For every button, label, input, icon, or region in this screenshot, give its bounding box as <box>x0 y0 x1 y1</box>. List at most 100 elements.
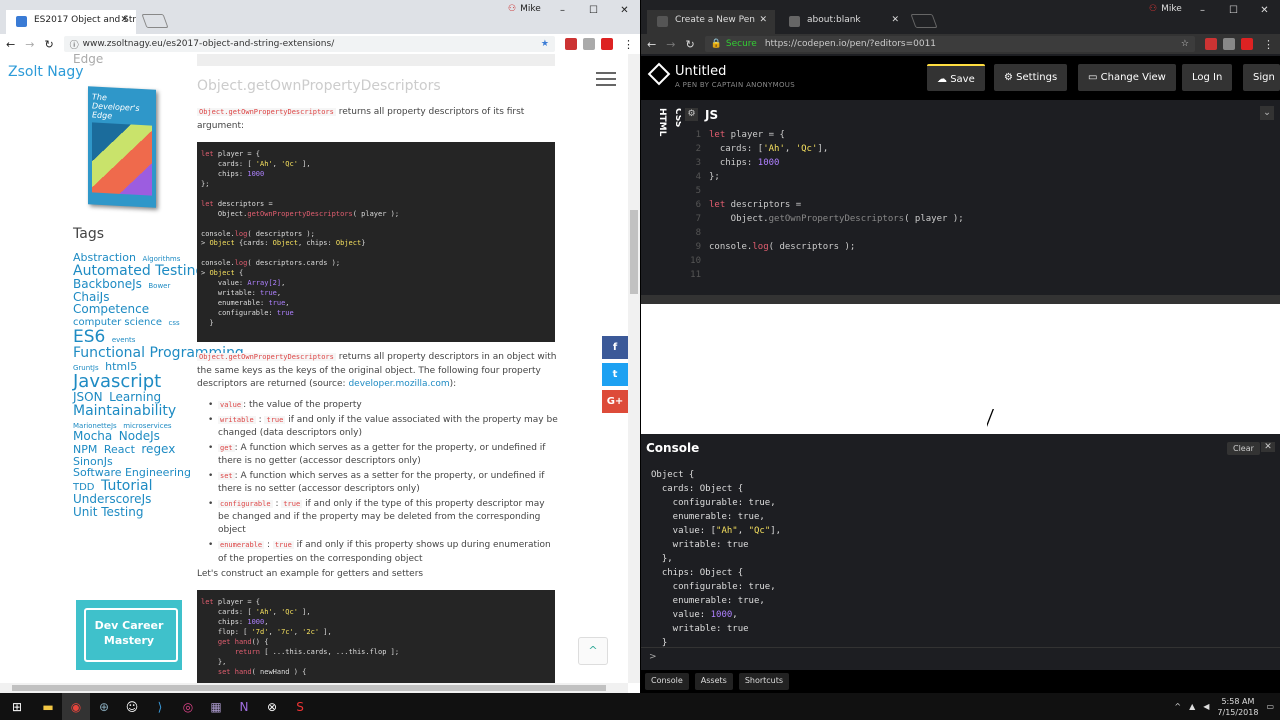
tag-link[interactable]: events <box>112 336 136 344</box>
save-button[interactable]: ☁ Save <box>927 64 985 91</box>
close-window-icon[interactable]: ✕ <box>609 0 640 22</box>
network-icon[interactable]: ▲ <box>1189 702 1195 711</box>
console-input[interactable]: > <box>649 652 657 662</box>
pen-title[interactable]: Untitled <box>675 64 726 79</box>
tag-link[interactable]: Maintainability <box>73 403 176 419</box>
close-tab-icon[interactable]: ✕ <box>120 15 128 25</box>
tag-link[interactable]: ES6 <box>73 327 105 347</box>
vertical-scrollbar[interactable] <box>628 54 640 683</box>
onenote-icon[interactable]: N <box>230 693 258 720</box>
minimize-icon[interactable]: – <box>1187 0 1218 22</box>
app-icon-grid[interactable]: ▦ <box>202 693 230 720</box>
back-icon[interactable]: ← <box>6 38 15 51</box>
tag-link[interactable]: TDD <box>73 482 95 493</box>
tag-link[interactable]: NPM <box>73 443 97 456</box>
horizontal-scrollbar[interactable] <box>0 683 628 693</box>
minimize-icon[interactable]: – <box>547 0 578 22</box>
login-button[interactable]: Log In <box>1182 64 1233 91</box>
windows-start-icon[interactable]: ⊞ <box>0 693 34 720</box>
forward-icon[interactable]: → <box>666 38 675 51</box>
tag-link[interactable]: Automated Testing <box>73 263 204 279</box>
maximize-icon[interactable]: ☐ <box>1218 0 1249 22</box>
mdn-link[interactable]: developer.mozilla.com <box>348 379 449 389</box>
reload-icon[interactable]: ↻ <box>685 38 694 51</box>
codepen-logo-icon[interactable] <box>647 62 671 86</box>
address-bar[interactable]: 🔒 Secure https://codepen.io/pen/?editors… <box>704 36 1195 52</box>
new-tab-button[interactable] <box>141 14 169 28</box>
extension-icon[interactable] <box>583 38 595 50</box>
book-cover-image[interactable]: The Developer's Edge <box>88 86 156 208</box>
signup-button[interactable]: Sign Up <box>1243 64 1280 110</box>
close-tab-icon[interactable]: ✕ <box>891 15 899 25</box>
console-output: Object { cards: Object { configurable: t… <box>651 470 782 648</box>
app-icon-red[interactable]: S <box>286 693 314 720</box>
steam-icon[interactable]: ⊕ <box>90 693 118 720</box>
dev-career-mastery-banner[interactable]: Dev Career Mastery <box>76 600 182 670</box>
extension-icon[interactable] <box>565 38 577 50</box>
new-tab-button[interactable] <box>910 14 938 28</box>
footer-assets-button[interactable]: Assets <box>694 673 733 690</box>
tag-link[interactable]: Bower <box>148 282 170 290</box>
footer-console-button[interactable]: Console <box>645 673 689 690</box>
tag-link[interactable]: Algorithms <box>142 255 180 263</box>
tag-link[interactable]: React <box>104 443 135 456</box>
tray-arrow-icon[interactable]: ^ <box>1174 702 1181 711</box>
tab-html[interactable]: HTML <box>657 108 667 136</box>
js-code-area[interactable]: 1 let player = { 2 cards: ['Ah', 'Qc'], 3… <box>681 126 1271 296</box>
tag-link[interactable]: Competence <box>73 302 149 316</box>
scrollbar-thumb[interactable] <box>630 210 638 294</box>
twitter-share-button[interactable]: t <box>602 363 628 386</box>
forward-icon[interactable]: → <box>25 38 34 51</box>
discord-icon[interactable]: ☺ <box>118 693 146 720</box>
site-logo[interactable]: Zsolt Nagy <box>8 64 84 80</box>
extension-icon[interactable] <box>1241 38 1253 50</box>
editor-resize-handle[interactable] <box>641 295 1280 304</box>
clock[interactable]: 5:58 AM 7/15/2018 <box>1217 696 1258 718</box>
close-window-icon[interactable]: ✕ <box>1249 0 1280 22</box>
vscode-icon[interactable]: ⟩ <box>146 693 174 720</box>
profile-chip[interactable]: ⚇ Mike <box>1149 4 1182 14</box>
js-settings-gear-icon[interactable]: ⚙ <box>685 108 698 121</box>
scrollbar-thumb[interactable] <box>12 685 606 691</box>
app-icon-pink[interactable]: ◎ <box>174 693 202 720</box>
tag-link[interactable]: Tutorial <box>101 478 152 494</box>
console-divider <box>641 647 1280 648</box>
file-explorer-icon[interactable]: ▬ <box>34 693 62 720</box>
scroll-to-top-button[interactable]: ^ <box>578 637 608 665</box>
settings-button[interactable]: ⚙ Settings <box>994 64 1068 91</box>
tag-link[interactable]: css <box>169 319 180 327</box>
maximize-icon[interactable]: ☐ <box>578 0 609 22</box>
tag-link[interactable]: Unit Testing <box>73 505 143 519</box>
tag-link[interactable]: Javascript <box>73 371 161 392</box>
extension-icon[interactable] <box>1205 38 1217 50</box>
xbox-icon[interactable]: ⊗ <box>258 693 286 720</box>
change-view-button[interactable]: ▭ Change View <box>1078 64 1176 91</box>
chevron-down-icon[interactable]: ⌄ <box>1260 106 1274 120</box>
tab-about-blank[interactable]: about:blank ✕ <box>779 10 907 34</box>
volume-icon[interactable]: ◀ <box>1203 702 1209 711</box>
console-clear-button[interactable]: Clear <box>1227 442 1260 455</box>
chrome-icon[interactable]: ◉ <box>62 693 90 720</box>
menu-dots-icon[interactable]: ⋮ <box>1263 38 1274 51</box>
googleplus-share-button[interactable]: G+ <box>602 390 628 413</box>
tag-link[interactable]: regex <box>141 442 175 456</box>
close-tab-icon[interactable]: ✕ <box>759 15 767 25</box>
notifications-icon[interactable]: ▭ <box>1266 702 1274 711</box>
facebook-share-button[interactable]: f <box>602 336 628 359</box>
menu-dots-icon[interactable]: ⋮ <box>623 38 634 51</box>
extension-icon[interactable] <box>1223 38 1235 50</box>
bookmark-star-icon[interactable]: ★ <box>541 39 549 49</box>
result-preview[interactable] <box>641 304 1280 434</box>
tab-codepen[interactable]: Create a New Pen ✕ <box>647 10 775 34</box>
hamburger-menu-icon[interactable] <box>596 72 616 90</box>
bookmark-star-icon[interactable]: ☆ <box>1181 39 1189 49</box>
extension-icon[interactable] <box>601 38 613 50</box>
back-icon[interactable]: ← <box>647 38 656 51</box>
footer-shortcuts-button[interactable]: Shortcuts <box>738 673 790 690</box>
reload-icon[interactable]: ↻ <box>44 38 53 51</box>
tag-link[interactable]: Mocha <box>73 429 112 443</box>
profile-chip[interactable]: ⚇ Mike <box>508 4 541 14</box>
address-bar[interactable]: ⓘ www.zsoltnagy.eu/es2017-object-and-str… <box>63 36 555 52</box>
console-close-icon[interactable]: ✕ <box>1261 442 1275 452</box>
left-tab-active[interactable]: ES2017 Object and String ✕ <box>6 10 136 34</box>
